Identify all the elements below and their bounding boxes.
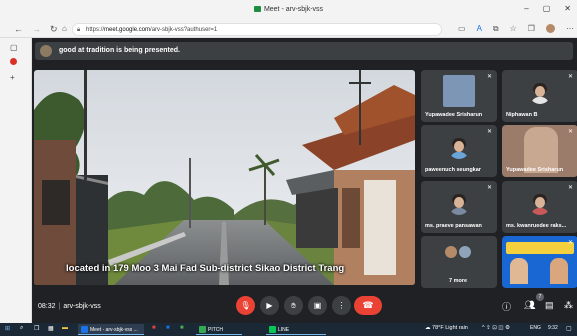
participant-video: [506, 242, 574, 254]
mic-muted-icon: ✕: [486, 185, 492, 191]
camera-button[interactable]: ▶︎: [260, 296, 279, 315]
reload-icon[interactable]: ↻: [50, 24, 58, 35]
app-icon[interactable]: ■: [180, 325, 184, 331]
file-explorer-icon[interactable]: ▬: [62, 325, 68, 331]
read-aloud-icon[interactable]: A: [477, 24, 482, 34]
browser-title-bar: Meet - arv-sbjk-vss – ▢ ✕: [0, 0, 577, 21]
taskbar-clock[interactable]: 9:32: [548, 325, 558, 331]
more-participants-tile[interactable]: 7 more: [421, 236, 497, 288]
mic-muted-icon: ✕: [567, 74, 573, 80]
mic-muted-icon: ✕: [567, 129, 573, 135]
participant-tile[interactable]: ✕ paweenuch seungkar: [421, 125, 497, 177]
presenter-avatar: [40, 45, 52, 57]
mic-muted-icon: ✕: [567, 185, 573, 191]
mic-muted-icon: ✕: [567, 240, 573, 246]
participant-tile[interactable]: ✕ ms. kwanruedee raks...: [502, 181, 577, 233]
language-indicator[interactable]: ENG: [530, 325, 541, 331]
participant-count-badge: 7: [536, 293, 544, 301]
participant-tile[interactable]: ✕ ms. praeve pansawan: [421, 181, 497, 233]
tab-actions-icon[interactable]: ⧉: [493, 24, 499, 34]
widgets-icon[interactable]: ▦: [48, 325, 54, 332]
browser-icon: [81, 326, 88, 333]
raise-hand-button[interactable]: ✋︎: [284, 296, 303, 315]
recording-indicator-icon[interactable]: [10, 58, 17, 65]
new-tab-icon[interactable]: +: [10, 73, 15, 82]
live-caption: located in 179 Moo 3 Mai Fad Sub-distric…: [66, 263, 345, 274]
more-menu-icon[interactable]: ⋯: [566, 24, 574, 34]
weather-icon: ☁︎: [425, 325, 433, 331]
meeting-details-icon[interactable]: ⓘ: [502, 300, 511, 313]
pitch-icon: [199, 326, 206, 333]
meet-favicon-icon: [253, 6, 261, 12]
banner-text: good at tradition is being presented.: [59, 47, 180, 54]
home-icon[interactable]: ⌂: [62, 24, 67, 33]
meeting-code: arv-sbjk-vss: [63, 303, 101, 310]
participant-avatar: [445, 246, 457, 258]
participant-video: [510, 258, 528, 284]
task-view-icon[interactable]: ❐: [34, 325, 39, 332]
participant-avatar: [448, 193, 470, 215]
app-icon[interactable]: ■: [152, 325, 156, 331]
participant-tile[interactable]: ✕: [502, 236, 577, 288]
participant-avatar: [529, 193, 551, 215]
notification-icon[interactable]: ▢: [566, 325, 572, 332]
meeting-time: 08:32: [38, 303, 56, 310]
participant-video: [443, 75, 475, 107]
tray-icons[interactable]: ^ ⇪ ⊡ ◫ ⚙︎: [482, 325, 510, 331]
taskbar-app-meet[interactable]: Meet - arv-sbjk-vss ...: [78, 324, 144, 335]
weather-widget[interactable]: ☁︎ 78°F Light rain: [425, 325, 468, 331]
windows-start-icon[interactable]: ⊞: [5, 325, 10, 332]
activities-icon[interactable]: ⁂: [564, 300, 573, 311]
arrow-right-icon[interactable]: →: [32, 24, 41, 34]
search-icon[interactable]: ⌕: [20, 325, 23, 332]
participant-avatar: [448, 137, 470, 159]
presentation-banner: good at tradition is being presented.: [35, 42, 573, 60]
participant-avatar: [459, 246, 471, 258]
browser-toolbar-icons: ▭ A ⧉ ☆ ❐ ⋯: [458, 24, 574, 34]
browser-sidebar: ▢ +: [0, 38, 32, 323]
meet-window: good at tradition is being presented. lo…: [32, 38, 577, 323]
arrow-left-icon[interactable]: ←: [14, 24, 23, 34]
leave-call-button[interactable]: ☎︎: [354, 296, 382, 315]
tab-list-icon[interactable]: ▢: [10, 43, 18, 52]
more-options-button[interactable]: ⋮: [332, 296, 351, 315]
chat-icon[interactable]: ▤: [545, 300, 554, 311]
minimize-button[interactable]: –: [524, 4, 528, 13]
participant-video: [550, 258, 568, 284]
window-title: Meet - arv-sbjk-vss: [0, 6, 577, 13]
lock-icon: 🔒︎: [77, 27, 81, 33]
road-scene-image: [34, 70, 415, 285]
present-button[interactable]: ▣: [308, 296, 327, 315]
participant-tile[interactable]: ✕ Yupawadee Srisharun: [502, 125, 577, 177]
app-icon[interactable]: ■: [166, 325, 170, 331]
taskbar-app-pitch[interactable]: PITCH: [196, 324, 242, 335]
address-bar-row: ← → ↻ ⌂ 🔒︎ https://meet.google.com/arv-s…: [0, 21, 577, 38]
url-input[interactable]: 🔒︎ https://meet.google.com/arv-sbjk-vss?…: [72, 23, 442, 36]
close-window-button[interactable]: ✕: [564, 4, 571, 13]
maximize-button[interactable]: ▢: [543, 4, 551, 13]
mic-muted-icon: ✕: [486, 74, 492, 80]
profile-avatar[interactable]: [545, 24, 555, 33]
window-controls: – ▢ ✕: [524, 4, 571, 13]
participant-tile[interactable]: ✕ Niphawan B: [502, 70, 577, 122]
collections-icon[interactable]: ❐: [528, 24, 535, 34]
line-icon: [269, 326, 276, 333]
mic-muted-icon: ✕: [486, 129, 492, 135]
participant-tile[interactable]: ✕ Yupawadee Srisharun: [421, 70, 497, 122]
favorites-icon[interactable]: ☆: [510, 24, 517, 34]
camera-indicator-icon[interactable]: ▭: [458, 24, 466, 34]
meeting-info: 08:32 | arv-sbjk-vss: [38, 303, 101, 310]
main-video-feed: located in 179 Moo 3 Mai Fad Sub-distric…: [34, 70, 415, 285]
taskbar-app-line[interactable]: LINE: [266, 324, 326, 335]
mic-off-button[interactable]: 🎙︎: [236, 296, 255, 315]
people-icon[interactable]: 👥︎: [524, 300, 535, 311]
participant-avatar: [529, 82, 551, 104]
windows-taskbar: ⊞ ⌕ ❐ ▦ ▬ Meet - arv-sbjk-vss ... ■ ■ ■ …: [0, 323, 577, 336]
